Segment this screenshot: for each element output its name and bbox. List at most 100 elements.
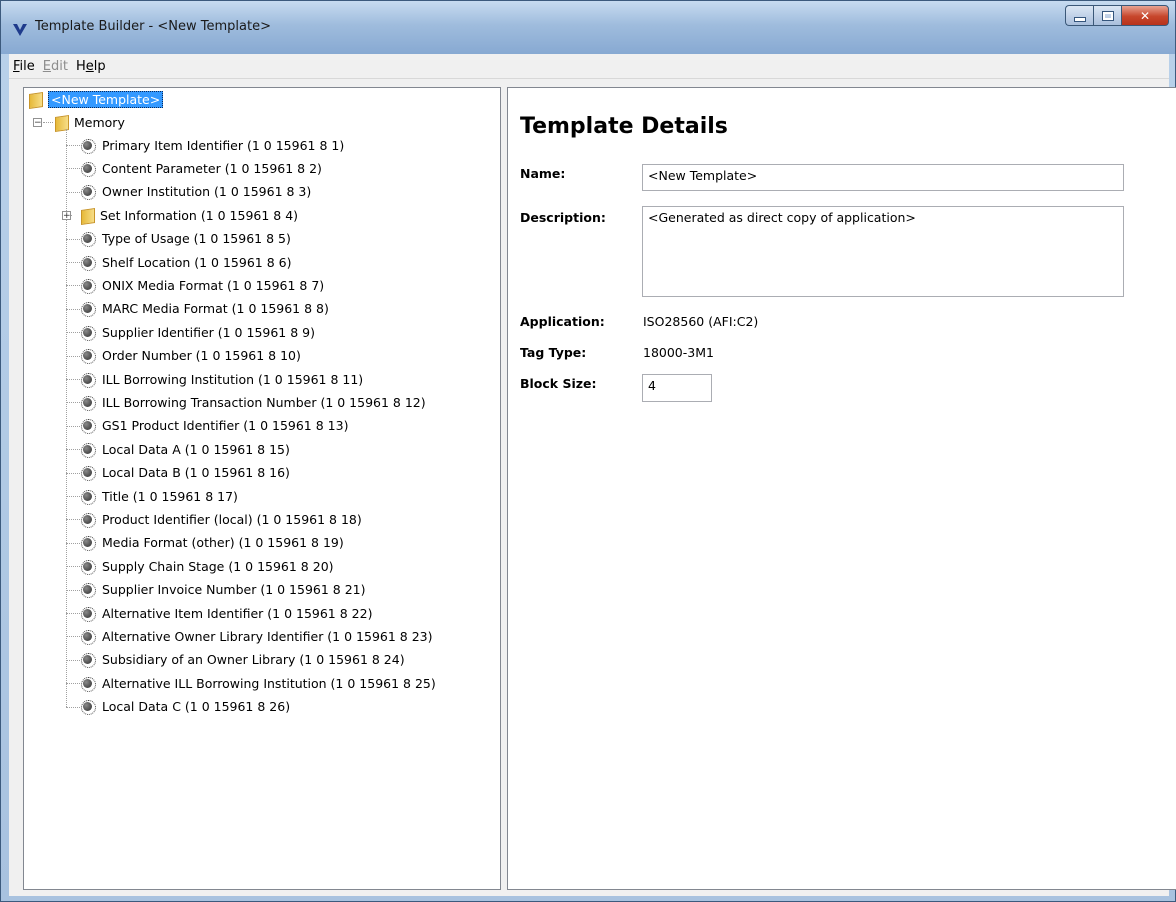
data-element-icon: [81, 653, 96, 669]
tree-item-label: Alternative Item Identifier (1 0 15961 8…: [102, 605, 373, 621]
menu-file[interactable]: File: [9, 59, 39, 74]
template-details-panel: Template Details Name: <New Template> De…: [507, 87, 1176, 890]
description-field[interactable]: <Generated as direct copy of application…: [642, 206, 1124, 297]
name-label: Name:: [520, 166, 566, 181]
data-element-icon: [81, 278, 96, 294]
tree-item[interactable]: ILL Borrowing Transaction Number (1 0 15…: [80, 391, 426, 413]
window-title: Template Builder - <New Template>: [35, 19, 271, 34]
description-label: Description:: [520, 210, 606, 225]
tree-root-label[interactable]: <New Template>: [48, 90, 164, 108]
close-button[interactable]: ✕: [1121, 5, 1169, 26]
application-value: ISO28560 (AFI:C2): [643, 314, 759, 329]
data-element-icon: [81, 255, 96, 271]
tree-item[interactable]: MARC Media Format (1 0 15961 8 8): [80, 298, 329, 320]
tree-item-label: Supplier Identifier (1 0 15961 8 9): [102, 324, 315, 340]
tree-item-label: Alternative Owner Library Identifier (1 …: [102, 628, 433, 644]
tree-item[interactable]: Content Parameter (1 0 15961 8 2): [80, 157, 322, 179]
tree-item-label: Alternative ILL Borrowing Institution (1…: [102, 675, 436, 691]
menu-bar: File Edit Help: [9, 54, 1169, 79]
tree-item[interactable]: Alternative Owner Library Identifier (1 …: [80, 625, 432, 647]
tree-item[interactable]: Supply Chain Stage (1 0 15961 8 20): [80, 555, 334, 577]
tree-item-label: Supplier Invoice Number (1 0 15961 8 21): [102, 582, 366, 598]
tree-item[interactable]: Local Data A (1 0 15961 8 15): [80, 438, 290, 460]
data-element-icon: [81, 559, 96, 575]
minimize-button[interactable]: [1065, 5, 1093, 26]
data-element-icon: [81, 442, 96, 458]
tree-item-label: ILL Borrowing Institution (1 0 15961 8 1…: [102, 371, 364, 387]
folder-open-icon: [28, 91, 44, 107]
maximize-icon: [1101, 10, 1114, 21]
menu-help[interactable]: Help: [72, 59, 110, 74]
tree-item-label: Supply Chain Stage (1 0 15961 8 20): [102, 558, 334, 574]
folder-icon: [54, 114, 70, 130]
template-tree[interactable]: <New Template> − Memory Primary Item Ide…: [23, 87, 501, 890]
tree-item[interactable]: Alternative ILL Borrowing Institution (1…: [80, 672, 436, 694]
tree-item[interactable]: Alternative Item Identifier (1 0 15961 8…: [80, 602, 372, 624]
folder-icon: [80, 207, 96, 223]
tree-item-label: Shelf Location (1 0 15961 8 6): [102, 254, 292, 270]
data-element-icon: [81, 536, 96, 552]
tree-item-label: Product Identifier (local) (1 0 15961 8 …: [102, 511, 362, 527]
tree-item[interactable]: ILL Borrowing Institution (1 0 15961 8 1…: [80, 368, 363, 390]
tree-item[interactable]: Local Data B (1 0 15961 8 16): [80, 462, 290, 484]
tree-item[interactable]: Title (1 0 15961 8 17): [80, 485, 238, 507]
tree-item-label: Type of Usage (1 0 15961 8 5): [102, 231, 291, 247]
collapse-memory-icon[interactable]: −: [33, 118, 42, 128]
tree-item-label: Title (1 0 15961 8 17): [102, 488, 238, 504]
tree-item-label: Primary Item Identifier (1 0 15961 8 1): [102, 137, 345, 153]
data-element-icon: [81, 372, 96, 388]
app-logo-icon: [13, 24, 27, 36]
tree-item[interactable]: Media Format (other) (1 0 15961 8 19): [80, 532, 344, 554]
caption-buttons: ✕: [1065, 5, 1169, 27]
tree-item[interactable]: Owner Institution (1 0 15961 8 3): [80, 181, 311, 203]
tree-item-label: Local Data A (1 0 15961 8 15): [102, 441, 290, 457]
application-label: Application:: [520, 314, 605, 329]
tree-item[interactable]: Type of Usage (1 0 15961 8 5): [80, 228, 291, 250]
details-heading: Template Details: [520, 114, 728, 139]
tree-root[interactable]: <New Template>: [28, 88, 164, 110]
tree-item[interactable]: GS1 Product Identifier (1 0 15961 8 13): [80, 415, 348, 437]
data-element-icon: [81, 138, 96, 154]
maximize-button[interactable]: [1093, 5, 1121, 26]
data-element-icon: [81, 512, 96, 528]
tree-item-label: Media Format (other) (1 0 15961 8 19): [102, 535, 344, 551]
data-element-icon: [81, 700, 96, 716]
tree-item[interactable]: Supplier Invoice Number (1 0 15961 8 21): [80, 579, 366, 601]
tree-item[interactable]: Primary Item Identifier (1 0 15961 8 1): [80, 134, 344, 156]
data-element-icon: [81, 489, 96, 505]
data-element-icon: [81, 466, 96, 482]
tree-memory-node[interactable]: Memory: [54, 111, 125, 133]
tag-type-label: Tag Type:: [520, 345, 587, 360]
tree-item-label: MARC Media Format (1 0 15961 8 8): [102, 301, 329, 317]
tree-item[interactable]: Local Data C (1 0 15961 8 26): [80, 696, 290, 718]
tree-item-label: Content Parameter (1 0 15961 8 2): [102, 160, 322, 176]
tag-type-value: 18000-3M1: [643, 345, 714, 360]
block-size-field[interactable]: 4: [642, 374, 712, 402]
data-element-icon: [81, 419, 96, 435]
tree-item[interactable]: Subsidiary of an Owner Library (1 0 1596…: [80, 649, 405, 671]
data-element-icon: [81, 583, 96, 599]
data-element-icon: [81, 185, 96, 201]
tree-item[interactable]: ONIX Media Format (1 0 15961 8 7): [80, 274, 324, 296]
data-element-icon: [81, 232, 96, 248]
data-element-icon: [81, 325, 96, 341]
tree-item-label: Order Number (1 0 15961 8 10): [102, 348, 301, 364]
tree-item-label: GS1 Product Identifier (1 0 15961 8 13): [102, 418, 349, 434]
expand-node-icon[interactable]: +: [62, 211, 71, 221]
tree-item[interactable]: Supplier Identifier (1 0 15961 8 9): [80, 321, 315, 343]
tree-item-label: ONIX Media Format (1 0 15961 8 7): [102, 277, 325, 293]
data-element-icon: [81, 629, 96, 645]
tree-item-label: Subsidiary of an Owner Library (1 0 1596…: [102, 652, 405, 668]
tree-item-label: Owner Institution (1 0 15961 8 3): [102, 184, 312, 200]
main-content: <New Template> − Memory Primary Item Ide…: [9, 79, 1176, 896]
data-element-icon: [81, 349, 96, 365]
tree-item[interactable]: Set Information (1 0 15961 8 4): [80, 204, 298, 226]
tree-item[interactable]: Order Number (1 0 15961 8 10): [80, 345, 301, 367]
menu-edit[interactable]: Edit: [39, 59, 72, 74]
tree-item[interactable]: Product Identifier (local) (1 0 15961 8 …: [80, 508, 362, 530]
name-field[interactable]: <New Template>: [642, 164, 1124, 191]
close-icon: ✕: [1139, 8, 1151, 23]
title-bar[interactable]: Template Builder - <New Template> ✕: [1, 1, 1175, 54]
tree-item[interactable]: Shelf Location (1 0 15961 8 6): [80, 251, 291, 273]
data-element-icon: [81, 606, 96, 622]
